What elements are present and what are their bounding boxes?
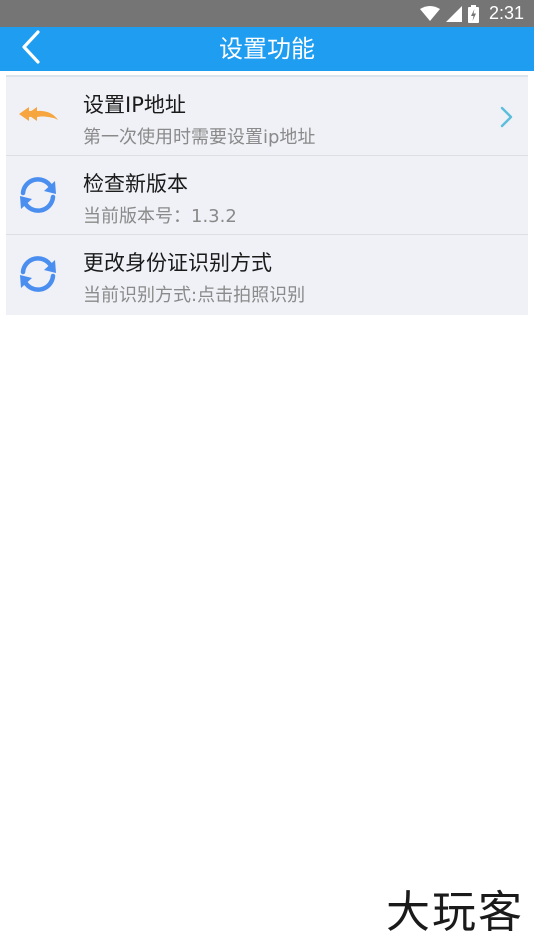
setting-subtitle: 第一次使用时需要设置ip地址 bbox=[83, 127, 316, 148]
check-new-version-item[interactable]: 检查新版本 当前版本号：1.3.2 bbox=[6, 156, 528, 235]
setting-subtitle: 当前版本号：1.3.2 bbox=[83, 206, 237, 227]
setting-title: 更改身份证识别方式 bbox=[83, 251, 272, 275]
change-id-recognition-item[interactable]: 更改身份证识别方式 当前识别方式:点击拍照识别 bbox=[6, 235, 528, 315]
set-ip-address-item[interactable]: 设置IP地址 第一次使用时需要设置ip地址 bbox=[6, 77, 528, 156]
setting-subtitle: 当前识别方式:点击拍照识别 bbox=[83, 285, 306, 306]
status-bar: 2:31 bbox=[0, 0, 534, 27]
double-arrow-back-icon bbox=[10, 91, 66, 141]
setting-title: 设置IP地址 bbox=[83, 93, 186, 117]
header-bar: 设置功能 bbox=[0, 27, 534, 71]
setting-title: 检查新版本 bbox=[83, 172, 188, 196]
signal-icon bbox=[445, 5, 462, 22]
refresh-icon bbox=[10, 170, 66, 220]
chevron-right-icon bbox=[498, 105, 514, 129]
status-icons: 2:31 bbox=[419, 0, 524, 27]
settings-list: 设置IP地址 第一次使用时需要设置ip地址 检查新版本 当前版本号：1.3.2 bbox=[6, 75, 528, 315]
refresh-icon bbox=[10, 249, 66, 299]
watermark-logo: 大玩客 bbox=[386, 887, 524, 938]
back-button[interactable] bbox=[20, 29, 60, 69]
page-title: 设置功能 bbox=[219, 35, 315, 63]
status-time: 2:31 bbox=[488, 3, 524, 23]
chevron-left-icon bbox=[20, 29, 42, 69]
wifi-icon bbox=[419, 5, 440, 22]
battery-charging-icon bbox=[467, 4, 479, 23]
